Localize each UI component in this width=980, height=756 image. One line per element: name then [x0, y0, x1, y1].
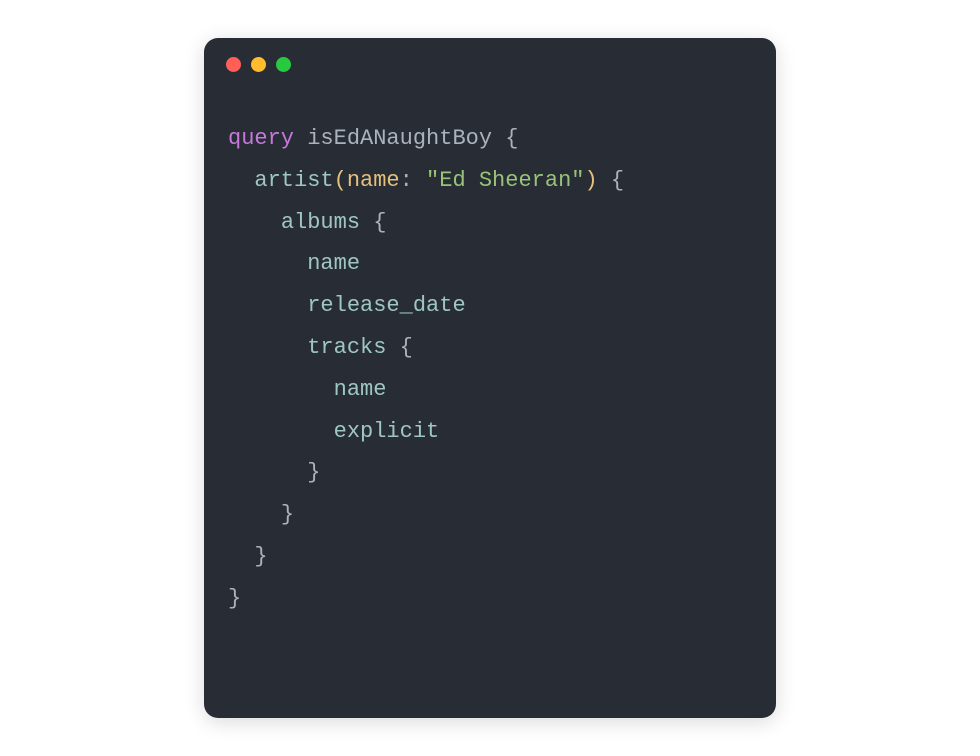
code-field: release_date: [307, 293, 465, 318]
code-brace: {: [373, 210, 386, 235]
code-arg: name: [347, 168, 400, 193]
code-query-name: isEdANaughtBoy: [307, 126, 492, 151]
code-window: query isEdANaughtBoy { artist(name: "Ed …: [204, 38, 776, 718]
code-brace: }: [307, 460, 320, 485]
code-field: albums: [281, 210, 360, 235]
maximize-icon[interactable]: [276, 57, 291, 72]
code-field: name: [334, 377, 387, 402]
minimize-icon[interactable]: [251, 57, 266, 72]
code-field: name: [307, 251, 360, 276]
code-string: "Ed Sheeran": [426, 168, 584, 193]
code-brace: {: [505, 126, 518, 151]
code-brace: {: [611, 168, 624, 193]
code-paren: (: [334, 168, 347, 193]
code-block: query isEdANaughtBoy { artist(name: "Ed …: [204, 90, 776, 640]
code-field: artist: [254, 168, 333, 193]
code-colon: :: [400, 168, 413, 193]
code-brace: }: [281, 502, 294, 527]
code-brace: }: [228, 586, 241, 611]
code-brace: {: [400, 335, 413, 360]
window-titlebar: [204, 38, 776, 90]
close-icon[interactable]: [226, 57, 241, 72]
code-field: explicit: [334, 419, 440, 444]
code-paren: ): [584, 168, 597, 193]
code-keyword: query: [228, 126, 294, 151]
code-brace: }: [254, 544, 267, 569]
code-field: tracks: [307, 335, 386, 360]
